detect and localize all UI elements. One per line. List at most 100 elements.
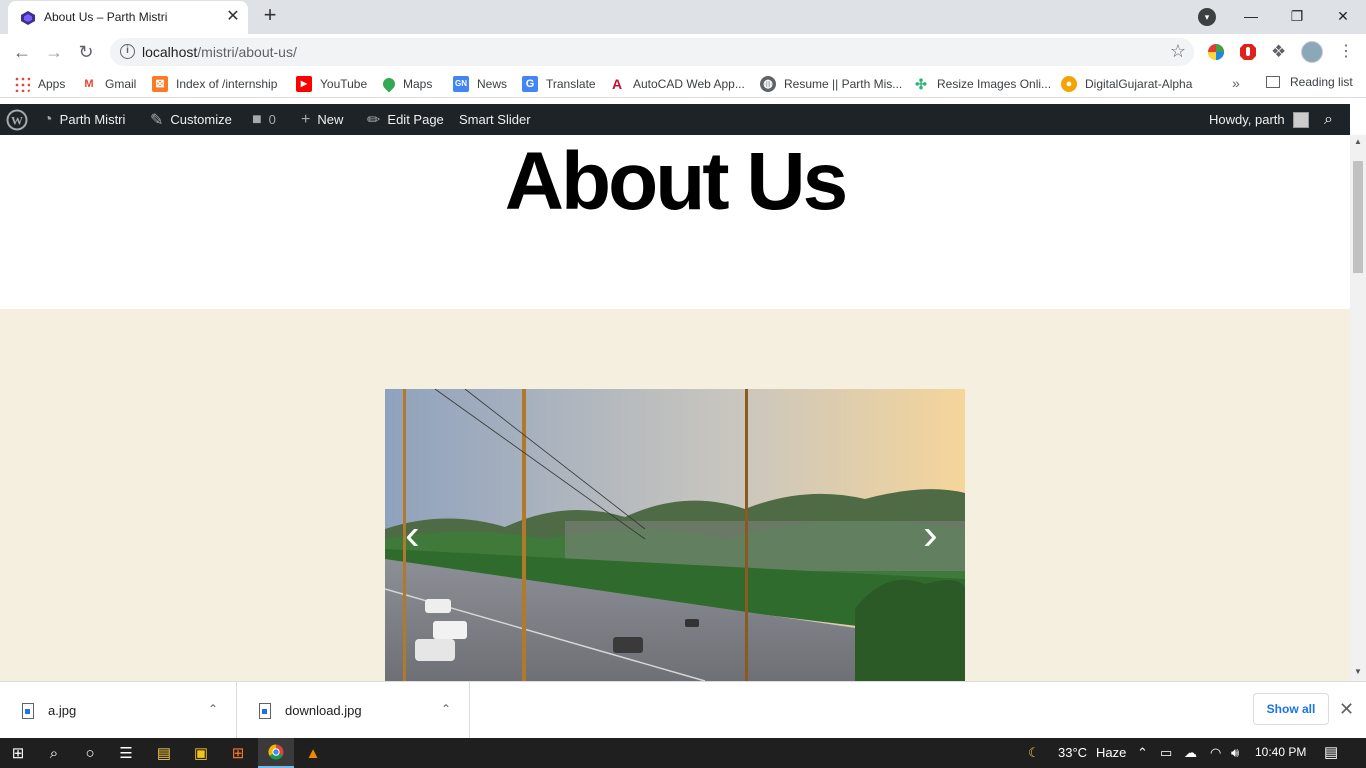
tab-search-icon[interactable]: ▾ bbox=[1198, 8, 1216, 26]
close-icon[interactable]: ✕ bbox=[1339, 699, 1354, 720]
bookmark-youtube[interactable]: ▶ YouTube bbox=[296, 75, 367, 93]
resize-icon: ✣ bbox=[913, 76, 929, 92]
action-center-icon[interactable]: ▤ bbox=[1324, 743, 1338, 761]
download-filename: download.jpg bbox=[285, 703, 362, 718]
weather-condition: Haze bbox=[1096, 745, 1127, 760]
scroll-down-icon[interactable]: ▼ bbox=[1354, 667, 1362, 676]
download-item[interactable]: a.jpg ⌃ bbox=[0, 682, 237, 739]
globe-icon: ◍ bbox=[760, 76, 776, 92]
wp-logo-menu[interactable]: W bbox=[6, 104, 28, 135]
slider-prev-arrow-icon[interactable]: ‹ bbox=[405, 513, 420, 557]
volume-icon[interactable]: 🔊︎ bbox=[1231, 745, 1239, 761]
image-file-icon bbox=[22, 702, 34, 719]
store-bag-icon[interactable]: ▣ bbox=[183, 738, 219, 768]
xampp-icon: ⊠ bbox=[152, 76, 168, 92]
chevron-up-icon[interactable]: ⌃ bbox=[441, 702, 451, 716]
xampp-taskbar-icon[interactable]: ⊞ bbox=[220, 738, 256, 768]
profile-avatar[interactable] bbox=[1301, 41, 1323, 63]
youtube-icon: ▶ bbox=[296, 76, 312, 92]
weather-temperature: 33°C bbox=[1058, 745, 1088, 760]
chrome-menu-icon[interactable]: ⋮ bbox=[1338, 40, 1354, 64]
downloads-shelf: a.jpg ⌃ download.jpg ⌃ Show all ✕ bbox=[0, 681, 1366, 739]
bookmark-autocad[interactable]: A AutoCAD Web App... bbox=[609, 75, 745, 93]
adblock-extension-icon[interactable] bbox=[1239, 43, 1257, 61]
site-info-icon[interactable]: i bbox=[120, 44, 135, 59]
wp-customize[interactable]: ✎ Customize bbox=[150, 104, 232, 135]
bookmark-resize-images[interactable]: ✣ Resize Images Onli... bbox=[913, 75, 1051, 93]
forward-arrow-icon[interactable]: → bbox=[40, 39, 68, 65]
page-content: About Us ‹ › bbox=[0, 135, 1350, 681]
back-arrow-icon[interactable]: ← bbox=[8, 39, 36, 65]
pencil-icon: ✏ bbox=[367, 111, 381, 129]
color-picker-extension-icon[interactable] bbox=[1207, 43, 1225, 61]
wp-comments[interactable]: ■ 0 bbox=[252, 104, 276, 135]
plus-icon: + bbox=[301, 110, 311, 128]
chrome-logo-icon bbox=[268, 744, 284, 760]
bookmark-news[interactable]: GN News bbox=[453, 75, 507, 93]
address-bar[interactable]: i localhost/mistri/about-us/ ☆ bbox=[110, 38, 1194, 66]
wordpress-logo-icon: W bbox=[6, 109, 28, 130]
show-all-downloads-button[interactable]: Show all bbox=[1253, 693, 1329, 725]
bookmark-digitalgujarat[interactable]: ● DigitalGujarat-Alpha bbox=[1061, 75, 1192, 93]
minimize-button[interactable]: — bbox=[1228, 0, 1274, 32]
windows-start-icon[interactable]: ⊞ bbox=[0, 738, 36, 768]
tab-about-us[interactable]: About Us – Parth Mistri ✕ bbox=[8, 1, 248, 34]
bookmark-apps[interactable]: Apps bbox=[14, 75, 65, 93]
google-news-icon: GN bbox=[453, 76, 469, 92]
bookmark-star-icon[interactable]: ☆ bbox=[1170, 41, 1186, 62]
wifi-icon[interactable]: ◠ bbox=[1210, 745, 1221, 761]
download-item[interactable]: download.jpg ⌃ bbox=[237, 682, 470, 739]
bookmark-translate[interactable]: G Translate bbox=[522, 75, 596, 93]
clock-time[interactable]: 10:40 PM bbox=[1255, 745, 1306, 759]
tab-close-icon[interactable]: ✕ bbox=[224, 7, 242, 27]
image-slider[interactable]: ‹ › bbox=[385, 389, 965, 681]
close-window-button[interactable]: ✕ bbox=[1320, 0, 1366, 32]
wp-site-name[interactable]: ◔ Parth Mistri bbox=[43, 104, 125, 135]
tray-chevron-up-icon[interactable]: ⌃ bbox=[1137, 745, 1148, 761]
maps-pin-icon bbox=[380, 75, 398, 93]
reading-list-button[interactable]: Reading list bbox=[1266, 75, 1353, 89]
gmail-icon: M bbox=[81, 76, 97, 92]
apps-grid-icon bbox=[14, 76, 30, 92]
battery-icon[interactable]: ▭ bbox=[1160, 745, 1172, 761]
search-icon[interactable]: ⌕ bbox=[36, 738, 72, 768]
scroll-up-icon[interactable]: ▲ bbox=[1354, 137, 1362, 146]
wp-howdy-account[interactable]: Howdy, parth bbox=[1209, 104, 1309, 135]
extensions-puzzle-icon[interactable]: ❖ bbox=[1271, 42, 1286, 62]
cortana-circle-icon[interactable]: ○ bbox=[72, 738, 108, 768]
tab-title: About Us – Parth Mistri bbox=[44, 10, 168, 24]
bookmark-gmail[interactable]: M Gmail bbox=[81, 75, 136, 93]
wp-smart-slider[interactable]: Smart Slider bbox=[459, 104, 531, 135]
wp-edit-page[interactable]: ✏ Edit Page bbox=[367, 104, 444, 135]
download-filename: a.jpg bbox=[48, 703, 77, 718]
restore-button[interactable]: ❐ bbox=[1274, 0, 1320, 32]
chevron-up-icon[interactable]: ⌃ bbox=[208, 702, 218, 716]
new-tab-button[interactable]: + bbox=[258, 4, 282, 28]
chrome-taskbar-icon[interactable] bbox=[258, 738, 294, 768]
wordpress-favicon-icon bbox=[21, 11, 35, 25]
wp-new[interactable]: + New bbox=[301, 104, 343, 135]
file-explorer-icon[interactable]: ▤ bbox=[146, 738, 182, 768]
bookmark-resume[interactable]: ◍ Resume || Parth Mis... bbox=[760, 75, 902, 93]
wp-search-icon[interactable]: ⌕ bbox=[1324, 104, 1333, 135]
slider-next-arrow-icon[interactable]: › bbox=[923, 513, 938, 557]
url-text: localhost/mistri/about-us/ bbox=[142, 44, 297, 60]
page-title: About Us bbox=[504, 136, 848, 227]
task-view-icon[interactable]: ☰ bbox=[108, 738, 144, 768]
slide-photo-street-sunset bbox=[385, 389, 965, 681]
bookmark-maps[interactable]: Maps bbox=[380, 75, 432, 93]
browser-toolbar: ← → ↻ i localhost/mistri/about-us/ ☆ ❖ ⋮ bbox=[0, 34, 1366, 70]
onedrive-cloud-icon[interactable]: ☁ bbox=[1184, 745, 1197, 761]
comment-bubble-icon: ■ bbox=[252, 110, 262, 128]
reload-icon[interactable]: ↻ bbox=[72, 39, 100, 65]
vlc-cone-icon[interactable]: ▲ bbox=[295, 738, 331, 768]
svg-text:W: W bbox=[11, 113, 23, 127]
scrollbar-thumb[interactable] bbox=[1353, 161, 1363, 273]
bookmark-index-internship[interactable]: ⊠ Index of /internship bbox=[152, 75, 277, 93]
tab-strip: About Us – Parth Mistri ✕ + ▾ — ❐ ✕ bbox=[0, 0, 1366, 34]
page-scrollbar[interactable]: ▲ ▼ bbox=[1350, 135, 1366, 681]
bookmarks-overflow-button[interactable]: » bbox=[1232, 75, 1240, 91]
weather-moon-icon: ☾ bbox=[1028, 745, 1040, 760]
translate-icon: G bbox=[522, 76, 538, 92]
digitalgujarat-icon: ● bbox=[1061, 76, 1077, 92]
